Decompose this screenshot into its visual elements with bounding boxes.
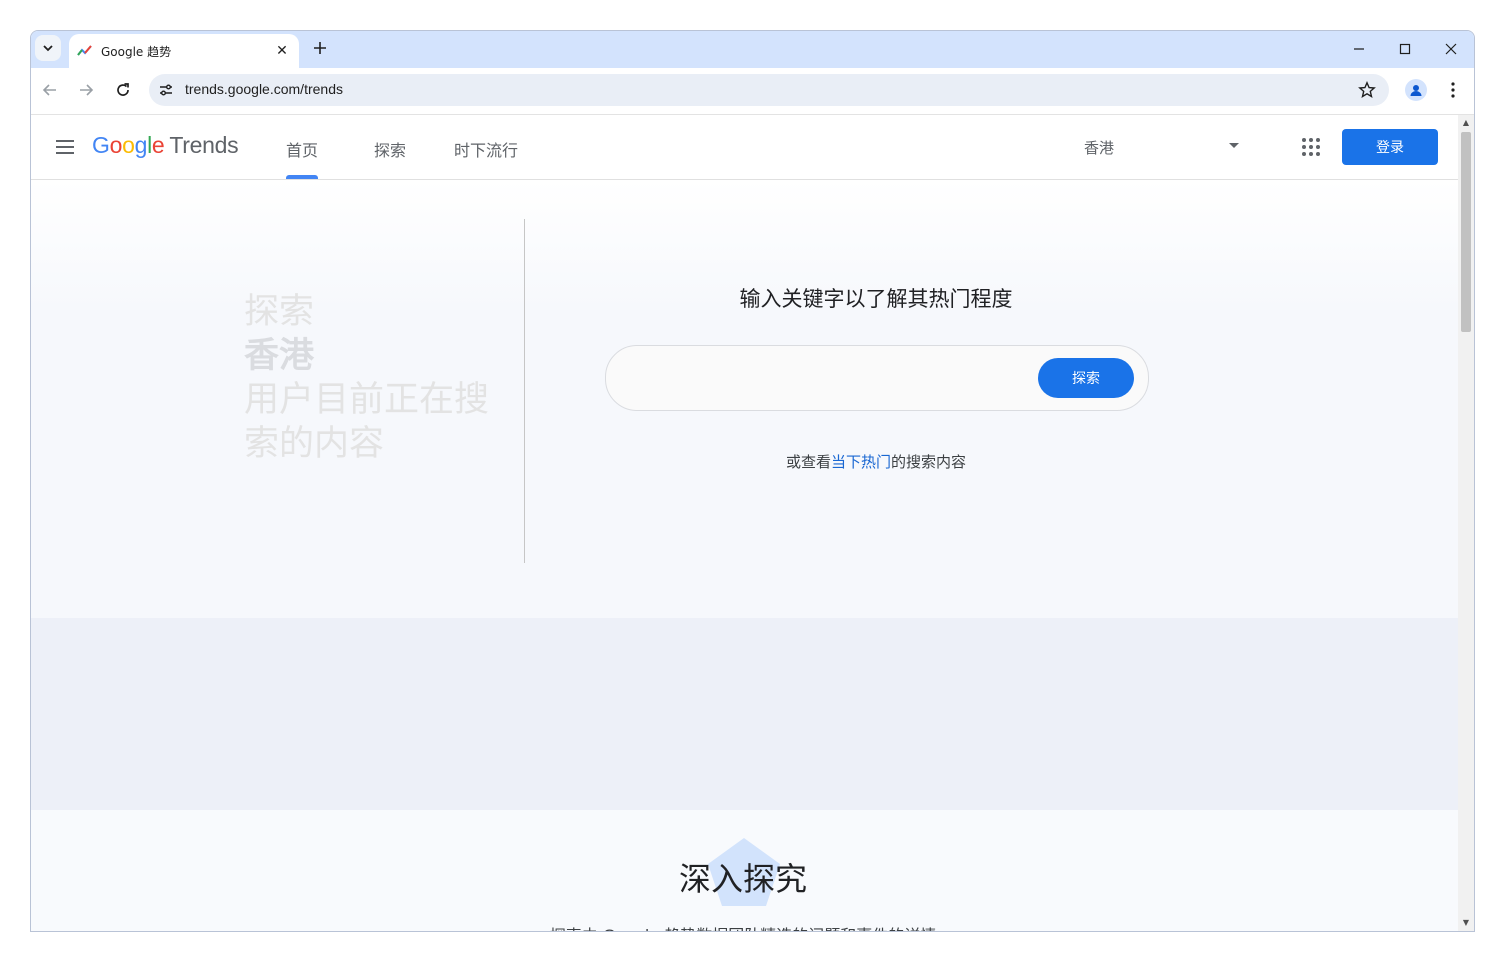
hero-section: 探索 香港 用户目前正在搜索的内容 输入关键字以了解其热门程度 探索 或查看当下…: [31, 180, 1458, 618]
site-info-icon[interactable]: [157, 81, 175, 99]
browser-window: Google 趋势 ✕ trends.google.com/trends Goo…: [30, 30, 1475, 932]
deep-dive-subtitle: 探索由 Google 趋势数据团队精选的问题和事件的详情: [511, 922, 975, 931]
scroll-down-icon[interactable]: ▼: [1462, 919, 1470, 927]
caret-down-icon[interactable]: [1229, 143, 1239, 148]
nav-tab-explore[interactable]: 探索: [374, 137, 406, 161]
browser-tab[interactable]: Google 趋势 ✕: [69, 34, 299, 68]
apps-grid-icon[interactable]: [1299, 135, 1323, 159]
hero-line-explore: 探索: [244, 292, 315, 332]
deep-dive-title: 深入探究: [678, 860, 807, 898]
close-icon: [1445, 43, 1457, 55]
scrollbar-thumb[interactable]: [1461, 132, 1471, 332]
search-input[interactable]: [628, 364, 1032, 394]
trending-now-link[interactable]: 当下热门: [831, 453, 891, 471]
search-box: 探索: [605, 345, 1149, 411]
address-bar[interactable]: trends.google.com/trends: [149, 74, 1389, 106]
active-tab-indicator: [286, 175, 318, 179]
hero-divider: [524, 219, 525, 563]
page-scrollbar[interactable]: ▲ ▼: [1458, 115, 1474, 931]
logo-google-text: Google: [92, 132, 165, 158]
nav-tab-trending[interactable]: 时下流行: [454, 137, 518, 161]
hero-line-region: 香港: [244, 336, 315, 376]
browser-menu-button[interactable]: [1443, 79, 1463, 101]
search-button[interactable]: 探索: [1038, 358, 1134, 398]
plus-icon: [314, 42, 326, 54]
browser-toolbar: trends.google.com/trends: [31, 68, 1474, 115]
person-icon: [1410, 85, 1422, 96]
or-see-prefix: 或查看: [785, 453, 831, 471]
maximize-button[interactable]: [1385, 35, 1425, 63]
chevron-down-icon: [43, 45, 53, 52]
tab-title: Google 趋势: [101, 44, 172, 59]
google-trends-logo[interactable]: Google Trends: [92, 132, 239, 159]
tab-close-icon[interactable]: ✕: [273, 42, 291, 60]
hamburger-menu-icon[interactable]: [53, 135, 77, 159]
trends-favicon-icon: [77, 45, 92, 56]
page-viewport: Google Trends 首页 探索 时下流行 香港 登录 探索 香港 用户目前…: [31, 115, 1458, 931]
tab-strip: Google 趋势 ✕: [31, 31, 1474, 68]
arrow-right-icon: [80, 84, 94, 96]
hero-heading: 输入关键字以了解其热门程度: [739, 287, 1013, 311]
reload-icon: [117, 83, 129, 96]
back-button[interactable]: [38, 78, 62, 102]
trends-header: Google Trends 首页 探索 时下流行 香港 登录: [31, 115, 1458, 180]
forward-button[interactable]: [74, 78, 98, 102]
or-see-suffix: 的搜索内容: [891, 453, 967, 471]
hero-line-desc: 用户目前正在搜索的内容: [244, 380, 490, 464]
content-band: [31, 618, 1458, 810]
reload-button[interactable]: [111, 78, 135, 102]
more-vert-icon: [1451, 82, 1455, 98]
close-window-button[interactable]: [1431, 35, 1471, 63]
tab-search-button[interactable]: [35, 35, 61, 61]
logo-trends-text: Trends: [169, 132, 239, 158]
profile-avatar[interactable]: [1405, 79, 1427, 101]
deep-dive-section: 深入探究 探索由 Google 趋势数据团队精选的问题和事件的详情: [31, 810, 1458, 931]
minimize-icon: [1354, 48, 1364, 50]
signin-button[interactable]: 登录: [1342, 129, 1438, 165]
maximize-icon: [1399, 43, 1411, 55]
new-tab-button[interactable]: [309, 37, 331, 59]
or-see-trending: 或查看当下热门的搜索内容: [606, 451, 1146, 472]
scroll-up-icon[interactable]: ▲: [1462, 119, 1470, 127]
bookmark-star-icon[interactable]: [1357, 80, 1377, 100]
hero-explore-text: 探索 香港 用户目前正在搜索的内容: [244, 290, 504, 466]
nav-tab-home[interactable]: 首页: [286, 137, 318, 161]
region-select[interactable]: 香港: [1084, 137, 1114, 158]
minimize-button[interactable]: [1339, 35, 1379, 63]
arrow-left-icon: [42, 84, 56, 96]
url-text[interactable]: trends.google.com/trends: [185, 81, 343, 97]
